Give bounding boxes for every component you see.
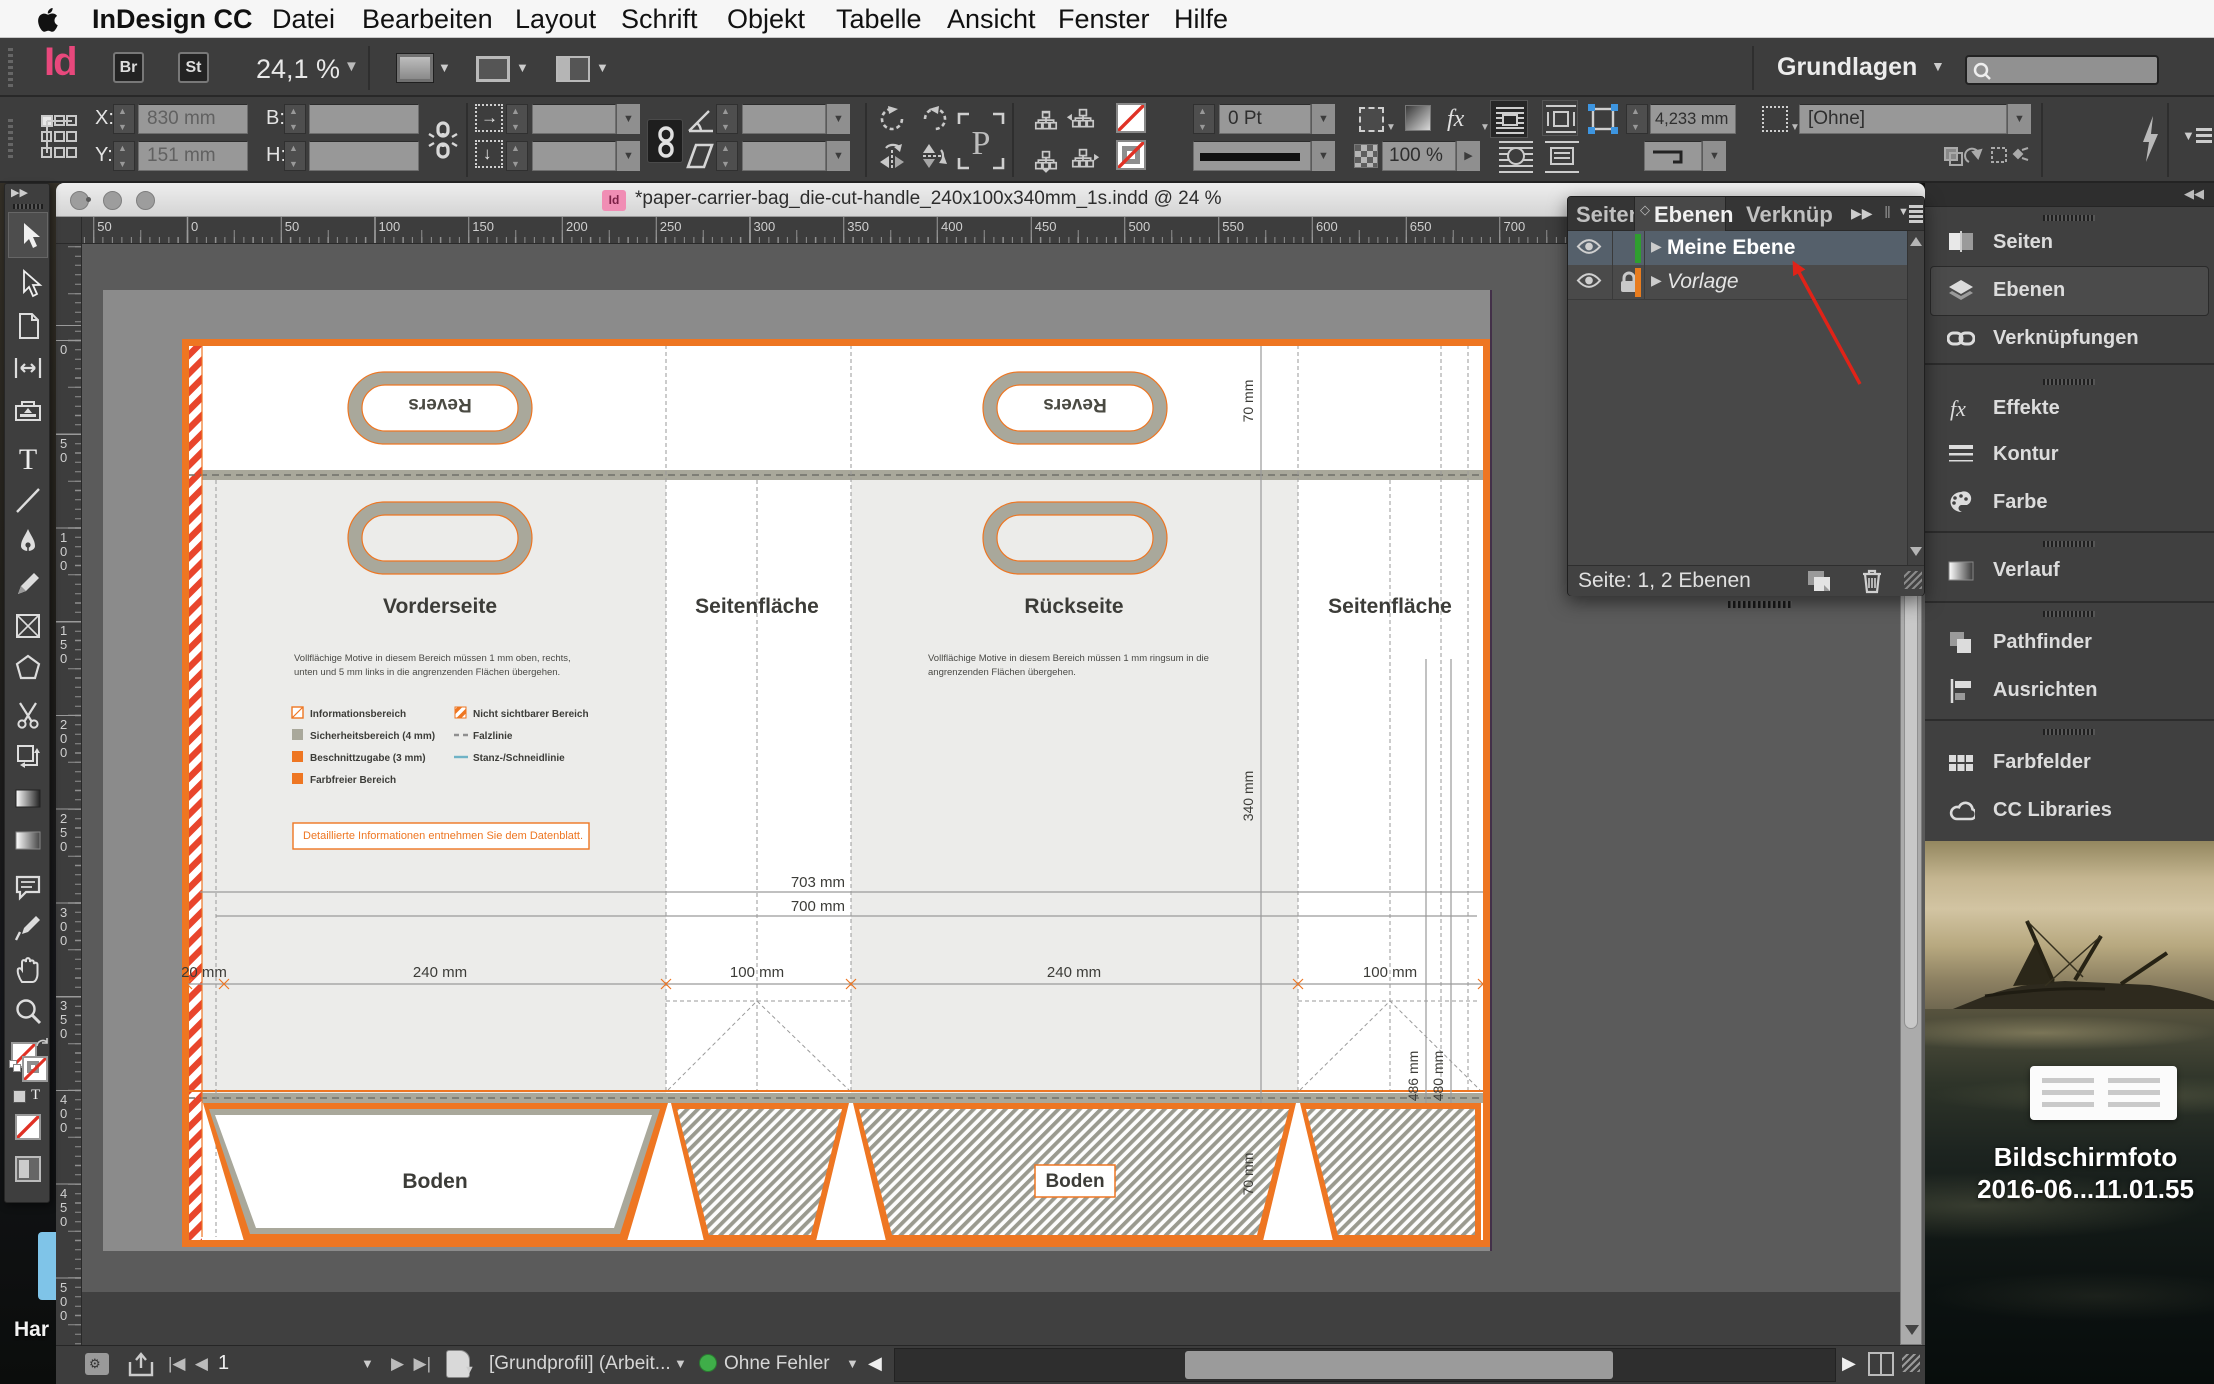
svg-text:T: T bbox=[19, 443, 37, 474]
svg-text:Revers: Revers bbox=[1043, 394, 1106, 415]
svg-text:Boden: Boden bbox=[1045, 1171, 1104, 1192]
svg-text:700 mm: 700 mm bbox=[791, 898, 845, 915]
svg-text:20 mm: 20 mm bbox=[182, 964, 227, 981]
svg-text:100 mm: 100 mm bbox=[730, 964, 784, 981]
svg-text:P: P bbox=[972, 125, 991, 162]
svg-text:240 mm: 240 mm bbox=[1047, 964, 1101, 981]
svg-text:Vollflächige Motive in diesem: Vollflächige Motive in diesem Bereich mü… bbox=[928, 653, 1209, 664]
svg-text:100 mm: 100 mm bbox=[1363, 964, 1417, 981]
svg-text:Seitenfläche: Seitenfläche bbox=[695, 595, 819, 618]
svg-text:Beschnittzugabe (3 mm): Beschnittzugabe (3 mm) bbox=[310, 753, 426, 764]
svg-text:Detaillierte Informationen ent: Detaillierte Informationen entnehmen Sie… bbox=[303, 830, 583, 842]
svg-text:Falzlinie: Falzlinie bbox=[473, 731, 513, 742]
svg-text:Sicherheitsbereich (4 mm): Sicherheitsbereich (4 mm) bbox=[310, 731, 435, 742]
svg-text:angrenzenden Flächen übergehen: angrenzenden Flächen übergehen. bbox=[928, 667, 1076, 678]
svg-text:70 mm: 70 mm bbox=[1240, 380, 1256, 423]
svg-text:fx: fx bbox=[1950, 396, 1966, 421]
svg-text:Farbfreier Bereich: Farbfreier Bereich bbox=[310, 775, 396, 786]
svg-text:340 mm: 340 mm bbox=[1240, 771, 1256, 822]
svg-text:Revers: Revers bbox=[408, 394, 471, 415]
svg-text:unten und 5 mm links in die an: unten und 5 mm links in die angrenzenden… bbox=[294, 667, 560, 678]
svg-text:Boden: Boden bbox=[402, 1170, 467, 1193]
svg-text:Vorderseite: Vorderseite bbox=[383, 595, 497, 618]
svg-text:Informationsbereich: Informationsbereich bbox=[310, 709, 406, 720]
svg-text:Nicht sichtbarer Bereich: Nicht sichtbarer Bereich bbox=[473, 709, 589, 720]
svg-text:703 mm: 703 mm bbox=[791, 874, 845, 891]
svg-text:Rückseite: Rückseite bbox=[1024, 595, 1123, 618]
svg-text:Stanz-/Schneidlinie: Stanz-/Schneidlinie bbox=[473, 753, 565, 764]
svg-text:Vollflächige Motive in diesem: Vollflächige Motive in diesem Bereich mü… bbox=[294, 653, 571, 664]
svg-text:Seitenfläche: Seitenfläche bbox=[1328, 595, 1452, 618]
svg-text:486 mm: 486 mm bbox=[1405, 1051, 1421, 1102]
svg-text:240 mm: 240 mm bbox=[413, 964, 467, 981]
svg-text:480 mm: 480 mm bbox=[1430, 1051, 1446, 1102]
svg-text:70 mm: 70 mm bbox=[1240, 1153, 1256, 1196]
